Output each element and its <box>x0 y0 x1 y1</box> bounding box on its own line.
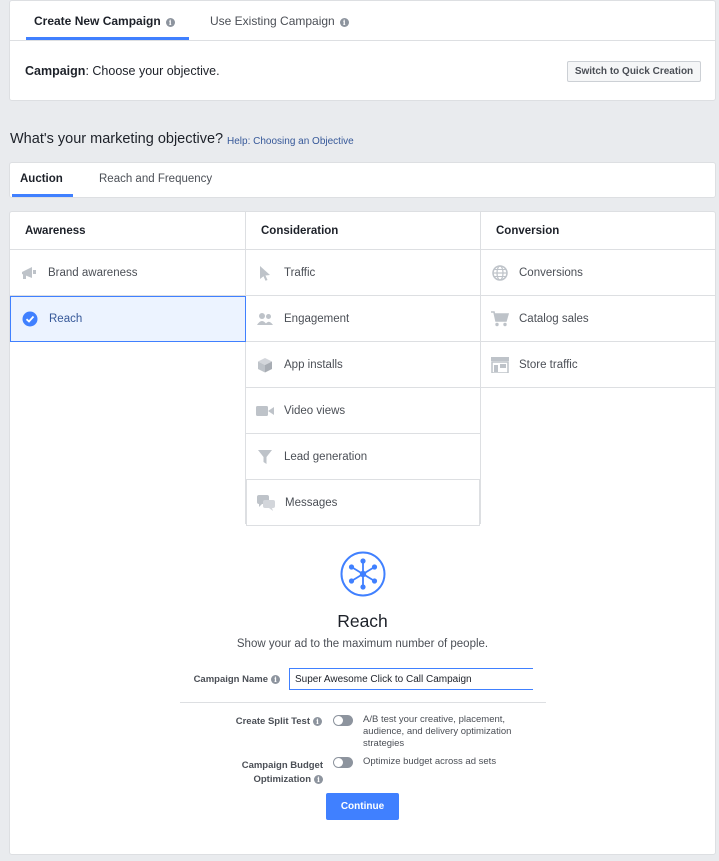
objective-traffic[interactable]: Traffic <box>246 250 480 296</box>
objective-video-views[interactable]: Video views <box>246 388 480 434</box>
form-divider <box>180 702 546 703</box>
globe-icon <box>491 264 509 282</box>
reach-icon <box>340 551 386 600</box>
check-circle-icon <box>21 310 39 328</box>
info-icon[interactable]: i <box>314 775 323 784</box>
split-test-label: Create Split Test i <box>160 716 322 727</box>
tab-reach-and-frequency[interactable]: Reach and Frequency <box>99 163 212 197</box>
campaign-name-input[interactable] <box>289 668 533 690</box>
objective-reach[interactable]: Reach <box>10 296 246 342</box>
split-test-label-text: Create Split Test <box>235 716 310 727</box>
cursor-icon <box>256 264 274 282</box>
objective-lead-generation[interactable]: Lead generation <box>246 434 480 480</box>
people-icon <box>256 310 274 328</box>
campaign-objective-label: Campaign: Choose your objective. <box>25 64 220 78</box>
objective-label: App installs <box>284 358 343 371</box>
tab-label: Use Existing Campaign <box>210 14 335 28</box>
objective-conversions[interactable]: Conversions <box>481 250 715 296</box>
campaign-setup-card: Create New Campaign i Use Existing Campai… <box>9 0 716 101</box>
objective-label: Conversions <box>519 266 583 279</box>
split-test-desc-line: A/B test your creative, placement, <box>363 714 506 725</box>
column-header-awareness: Awareness <box>10 212 246 250</box>
campaign-name-label-text: Campaign Name <box>193 674 268 685</box>
campaign-label-text: : Choose your objective. <box>85 64 220 78</box>
budget-label-line: Campaign Budget <box>241 760 323 771</box>
active-tab-indicator <box>12 194 73 197</box>
tab-create-new-campaign[interactable]: Create New Campaign i <box>26 1 189 41</box>
tab-use-existing-campaign[interactable]: Use Existing Campaign i <box>210 1 349 41</box>
budget-optimization-description: Optimize budget across ad sets <box>363 756 497 767</box>
column-header-consideration: Consideration <box>246 212 481 250</box>
continue-button[interactable]: Continue <box>326 793 399 820</box>
funnel-icon <box>256 448 274 466</box>
objective-description: Show your ad to the maximum number of pe… <box>236 638 489 650</box>
objective-label: Video views <box>284 404 346 417</box>
tab-label: Create New Campaign <box>34 14 161 28</box>
objective-label: Reach <box>49 313 83 325</box>
objective-app-installs[interactable]: App installs <box>246 342 480 388</box>
tab-label: Reach and Frequency <box>99 173 213 185</box>
box-icon <box>256 356 274 374</box>
objective-label: Store traffic <box>519 358 578 371</box>
info-icon[interactable]: i <box>165 18 175 27</box>
help-link[interactable]: Help: Choosing an Objective <box>227 136 354 147</box>
objective-title: Reach <box>337 611 388 631</box>
cart-icon <box>491 310 509 328</box>
objective-label: Lead generation <box>284 450 368 463</box>
objective-store-traffic[interactable]: Store traffic <box>481 342 715 388</box>
campaign-label: Campaign <box>25 64 86 78</box>
campaign-name-label: Campaign Name i <box>160 674 280 685</box>
objective-label: Messages <box>285 496 338 509</box>
buying-type-tabs: Auction Reach and Frequency <box>9 162 716 198</box>
info-icon[interactable]: i <box>313 717 322 726</box>
switch-to-quick-creation-button[interactable]: Switch to Quick Creation <box>567 61 701 82</box>
toggle-knob <box>334 758 343 767</box>
chat-bubbles-icon <box>257 494 275 512</box>
budget-optimization-toggle[interactable] <box>333 757 353 768</box>
split-test-description: A/B test your creative, placement, audie… <box>363 714 543 750</box>
budget-optimization-label: Campaign Budget Optimization i <box>160 759 323 787</box>
split-test-toggle[interactable] <box>333 715 353 726</box>
store-icon <box>491 356 509 374</box>
objective-brand-awareness[interactable]: Brand awareness <box>10 250 245 296</box>
megaphone-icon <box>20 264 38 282</box>
objective-label: Catalog sales <box>519 312 589 325</box>
active-tab-indicator <box>26 37 189 40</box>
objective-label: Brand awareness <box>48 266 138 279</box>
objective-label: Traffic <box>284 266 316 279</box>
objective-catalog-sales[interactable]: Catalog sales <box>481 296 715 342</box>
split-test-desc-line: audience, and delivery optimization <box>363 726 512 737</box>
objective-label: Engagement <box>284 312 350 325</box>
budget-label-line: Optimization <box>253 774 311 785</box>
column-header-conversion: Conversion <box>481 212 715 250</box>
page-title: What's your marketing objective? <box>10 131 224 147</box>
objective-selector-card: Awareness Consideration Conversion Brand… <box>9 211 716 855</box>
objective-messages[interactable]: Messages <box>246 480 480 526</box>
tab-label: Auction <box>20 173 63 185</box>
info-icon[interactable]: i <box>339 18 349 27</box>
objective-engagement[interactable]: Engagement <box>246 296 480 342</box>
info-icon[interactable]: i <box>271 675 280 684</box>
campaign-mode-tabs: Create New Campaign i Use Existing Campai… <box>10 1 715 41</box>
split-test-desc-line: strategies <box>363 738 405 749</box>
video-camera-icon <box>256 402 274 420</box>
toggle-knob <box>334 716 343 725</box>
tab-auction[interactable]: Auction <box>12 163 73 197</box>
